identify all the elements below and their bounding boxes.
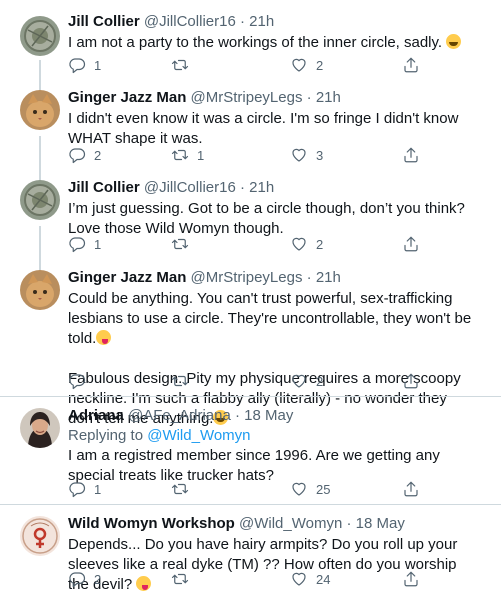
author-name[interactable]: Adriana [68,407,124,424]
share-icon [402,146,420,164]
share-button[interactable] [402,146,420,164]
divider [0,396,501,397]
replying-to: Replying to @Wild_Womyn [68,427,251,444]
tweet-actions: 2 1 3 [68,146,428,166]
reply-icon [68,235,86,253]
divider [0,504,501,505]
reply-button[interactable]: 1 [68,480,101,498]
tweet-actions: 2 24 [68,570,428,590]
reply-button[interactable]: 1 [68,56,101,74]
retweet-icon [171,146,189,164]
tweet-header: Ginger Jazz Man @MrStripeyLegs · 21h [68,89,341,106]
like-button[interactable]: 2 [290,372,323,390]
tweet-actions: 2 [68,372,428,392]
tweet-text: I am not a party to the workings of the … [68,33,478,53]
share-button[interactable] [402,56,420,74]
share-button[interactable] [402,235,420,253]
author-handle[interactable]: @MrStripeyLegs [191,269,303,286]
share-button[interactable] [402,372,420,390]
heart-icon [290,56,308,74]
heart-icon [290,372,308,390]
author-name[interactable]: Jill Collier [68,13,140,30]
heart-icon [290,570,308,588]
tweet-time[interactable]: 21h [316,269,341,286]
avatar[interactable] [20,90,60,130]
tweet-text: I didn't even know it was a circle. I'm … [68,110,459,147]
heart-icon [290,235,308,253]
share-icon [402,235,420,253]
retweet-button[interactable]: 1 [171,146,204,164]
avatar[interactable] [20,516,60,556]
tweet-header: Ginger Jazz Man @MrStripeyLegs · 21h [68,269,341,286]
tweet-header: Jill Collier @JillCollier16 · 21h [68,13,275,30]
reply-button[interactable]: 2 [68,570,101,588]
tweet-actions: 1 25 [68,480,428,500]
like-button[interactable]: 2 [290,56,323,74]
tweet-header: Adriana @AFe_Adriana · 18 May [68,407,294,424]
author-handle[interactable]: @AFe_Adriana [128,407,231,424]
reply-icon [68,146,86,164]
author-handle[interactable]: @Wild_Womyn [239,515,342,532]
like-button[interactable]: 3 [290,146,323,164]
share-icon [402,372,420,390]
retweet-button[interactable] [171,235,197,253]
retweet-icon [171,372,189,390]
reply-icon [68,570,86,588]
tweet-time[interactable]: 18 May [244,407,293,424]
share-icon [402,570,420,588]
author-name[interactable]: Jill Collier [68,179,140,196]
avatar[interactable] [20,180,60,220]
tweet-ginger-1[interactable]: .tweet[data-name="tweet-ginger-1"]::befo… [0,88,501,186]
reply-button[interactable] [68,372,94,390]
reply-button[interactable]: 2 [68,146,101,164]
heart-icon [290,146,308,164]
face-with-tears-of-joy-icon [446,34,462,49]
share-icon [402,56,420,74]
tweet-text: I’m just guessing. Got to be a circle th… [68,200,465,237]
retweet-button[interactable] [171,372,197,390]
reply-button[interactable]: 1 [68,235,101,253]
tweet-time[interactable]: 21h [316,89,341,106]
retweet-icon [171,480,189,498]
retweet-icon [171,56,189,74]
retweet-button[interactable] [171,480,197,498]
avatar[interactable] [20,270,60,310]
author-handle[interactable]: @JillCollier16 [144,13,236,30]
tweet-header: Wild Womyn Workshop @Wild_Womyn · 18 May [68,515,405,532]
avatar[interactable] [20,16,60,56]
author-name[interactable]: Ginger Jazz Man [68,89,186,106]
tweet-time[interactable]: 21h [249,13,274,30]
reply-icon [68,56,86,74]
reply-icon [68,480,86,498]
share-button[interactable] [402,480,420,498]
retweet-icon [171,235,189,253]
reply-icon [68,372,86,390]
tweet-actions: 1 2 [68,235,428,255]
winking-face-with-tongue-icon [96,330,112,345]
like-button[interactable]: 25 [290,480,330,498]
share-button[interactable] [402,570,420,588]
like-button[interactable]: 24 [290,570,330,588]
heart-icon [290,480,308,498]
tweet-time[interactable]: 18 May [356,515,405,532]
like-button[interactable]: 2 [290,235,323,253]
tweet-jill-2[interactable]: .tweet[data-name="tweet-jill-2"]::before… [0,178,501,274]
retweet-button[interactable] [171,56,197,74]
retweet-icon [171,570,189,588]
retweet-button[interactable] [171,570,197,588]
share-icon [402,480,420,498]
replying-to-link[interactable]: @Wild_Womyn [147,427,250,444]
author-name[interactable]: Ginger Jazz Man [68,269,186,286]
tweet-jill-1[interactable]: .tweet[data-name="tweet-jill-1"]::before… [0,12,501,103]
author-name[interactable]: Wild Womyn Workshop [68,515,235,532]
tweet-time[interactable]: 21h [249,179,274,196]
avatar[interactable] [20,408,60,448]
author-handle[interactable]: @JillCollier16 [144,179,236,196]
tweet-header: Jill Collier @JillCollier16 · 21h [68,179,275,196]
tweet-actions: 1 2 [68,56,428,76]
author-handle[interactable]: @MrStripeyLegs [191,89,303,106]
